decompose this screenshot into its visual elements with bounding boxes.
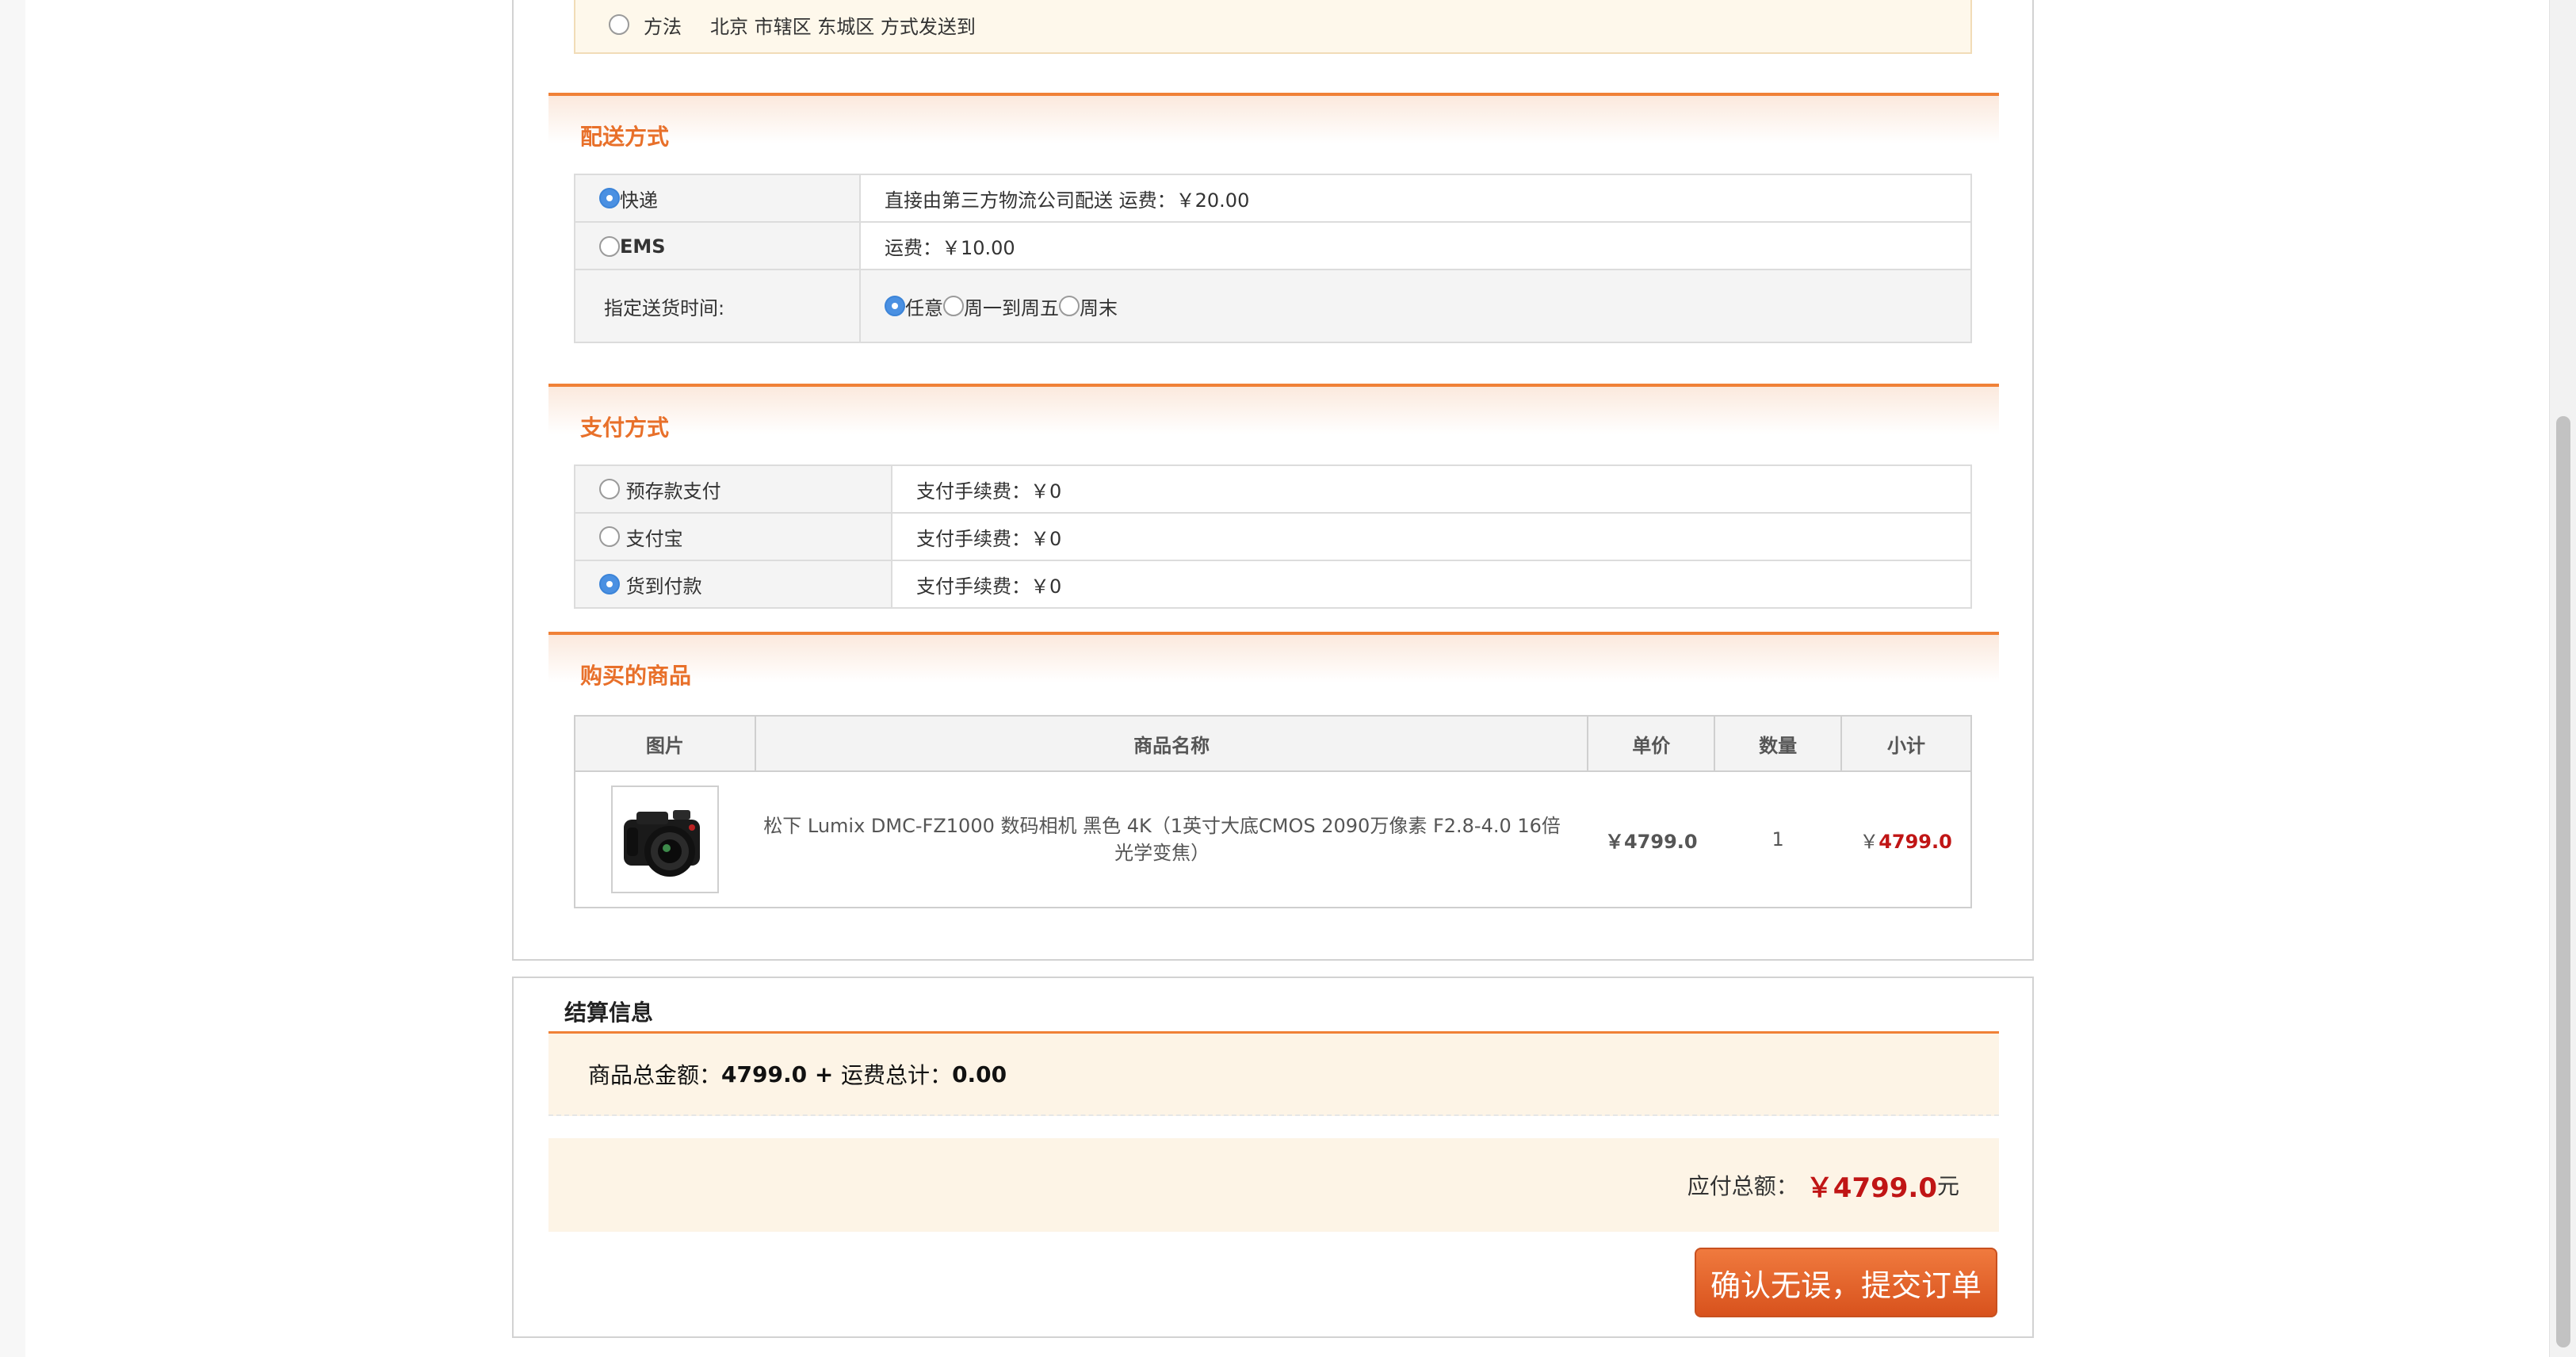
payment-option-deposit[interactable]: 预存款支付 支付手续费：￥0 — [574, 464, 1972, 514]
product-quantity: 1 — [1714, 771, 1842, 908]
payment-deposit-label: 预存款支付 — [625, 480, 721, 503]
delivery-time-any-label: 任意 — [905, 296, 943, 319]
goods-section-header: 购买的商品 — [548, 632, 1999, 703]
payment-option-cod[interactable]: 货到付款 支付手续费：￥0 — [574, 560, 1972, 609]
payment-alipay-radio[interactable] — [599, 526, 620, 547]
shipping-express-label: 快递 — [620, 189, 658, 212]
shipping-ems-label: EMS — [620, 235, 666, 258]
payable-total-row: 应付总额： ￥4799.0 元 — [548, 1138, 1999, 1232]
payable-label: 应付总额： — [1687, 1173, 1798, 1199]
product-subtotal-currency: ￥ — [1859, 830, 1879, 853]
shipping-option-ems[interactable]: EMS 运费：￥10.00 — [574, 221, 1972, 270]
delivery-time-weekday-radio[interactable] — [943, 296, 964, 316]
address-label: 方法 — [644, 15, 682, 38]
vertical-scrollbar[interactable] — [2549, 0, 2576, 1357]
payment-deposit-radio[interactable] — [599, 479, 620, 499]
goods-total-label: 商品总金额： — [588, 1062, 722, 1088]
payment-deposit-fee: 支付手续费：￥0 — [891, 464, 1972, 514]
submit-order-button[interactable]: 确认无误，提交订单 — [1695, 1248, 1997, 1317]
shipping-section-title: 配送方式 — [580, 124, 670, 150]
payment-section-title: 支付方式 — [580, 415, 670, 441]
shipping-options-table: 快递 直接由第三方物流公司配送 运费：￥20.00 EMS 运费：￥10.00 … — [574, 174, 1972, 343]
delivery-time-weekday-label: 周一到周五 — [964, 296, 1059, 319]
product-name-link[interactable]: 松下 Lumix DMC-FZ1000 数码相机 黑色 4K（1英寸大底CMOS… — [755, 771, 1588, 908]
address-row[interactable]: 方法 北京 市辖区 东城区 方式发送到 — [574, 0, 1972, 54]
shipping-total-value: 0.00 — [952, 1061, 1007, 1088]
shipping-total-label: 运费总计： — [841, 1062, 953, 1088]
address-text: 北京 市辖区 东城区 方式发送到 — [710, 15, 976, 38]
goods-table-header: 图片 商品名称 单价 数量 小计 — [574, 715, 1972, 772]
product-subtotal: ￥4799.0 — [1841, 771, 1972, 908]
payable-amount: ￥4799.0 — [1806, 1172, 1937, 1204]
table-row: 松下 Lumix DMC-FZ1000 数码相机 黑色 4K（1英寸大底CMOS… — [574, 771, 1972, 908]
goods-header-name: 商品名称 — [754, 715, 1589, 772]
scrollbar-thumb[interactable] — [2556, 416, 2570, 1347]
payment-alipay-label: 支付宝 — [625, 527, 683, 550]
goods-header-subtotal: 小计 — [1840, 715, 1972, 772]
goods-header-image: 图片 — [574, 715, 756, 772]
shipping-section-header: 配送方式 — [548, 93, 1999, 164]
payment-cod-radio[interactable] — [599, 574, 620, 594]
payment-alipay-fee: 支付手续费：￥0 — [891, 512, 1972, 561]
product-thumbnail[interactable] — [611, 786, 720, 893]
payable-unit: 元 — [1936, 1173, 1959, 1199]
shipping-express-radio[interactable] — [599, 188, 620, 208]
goods-total-value: 4799.0 — [721, 1061, 808, 1088]
settlement-title: 结算信息 — [564, 1000, 654, 1026]
shipping-ems-desc: 运费：￥10.00 — [859, 221, 1972, 270]
address-radio[interactable] — [609, 14, 629, 35]
delivery-time-label: 指定送货时间: — [574, 269, 861, 343]
delivery-time-any-radio[interactable] — [885, 296, 905, 316]
delivery-time-weekend-label: 周末 — [1080, 296, 1118, 319]
goods-section-title: 购买的商品 — [580, 663, 692, 689]
payment-cod-label: 货到付款 — [625, 575, 702, 598]
goods-table: 图片 商品名称 单价 数量 小计 松下 Lumix DMC-FZ1000 数码相… — [574, 715, 1972, 908]
goods-header-price: 单价 — [1587, 715, 1716, 772]
product-unit-price: ￥4799.0 — [1588, 771, 1715, 908]
settlement-summary: 商品总金额： 4799.0 + 运费总计： 0.00 — [548, 1034, 1999, 1116]
shipping-express-desc: 直接由第三方物流公司配送 运费：￥20.00 — [859, 174, 1972, 223]
payment-option-alipay[interactable]: 支付宝 支付手续费：￥0 — [574, 512, 1972, 561]
delivery-time-row: 指定送货时间: 任意 周一到周五 周末 — [574, 269, 1972, 343]
plus-sign: + — [807, 1061, 842, 1088]
shipping-option-express[interactable]: 快递 直接由第三方物流公司配送 运费：￥20.00 — [574, 174, 1972, 223]
payment-section-header: 支付方式 — [548, 384, 1999, 455]
payment-options-table: 预存款支付 支付手续费：￥0 支付宝 支付手续费：￥0 货到付款 支付手续费：￥… — [574, 464, 1972, 609]
product-subtotal-amount: 4799.0 — [1878, 830, 1952, 853]
shipping-ems-radio[interactable] — [599, 235, 620, 257]
camera-icon — [624, 810, 701, 877]
goods-header-qty: 数量 — [1714, 715, 1843, 772]
delivery-time-weekend-radio[interactable] — [1059, 296, 1080, 316]
payment-cod-fee: 支付手续费：￥0 — [891, 560, 1972, 609]
